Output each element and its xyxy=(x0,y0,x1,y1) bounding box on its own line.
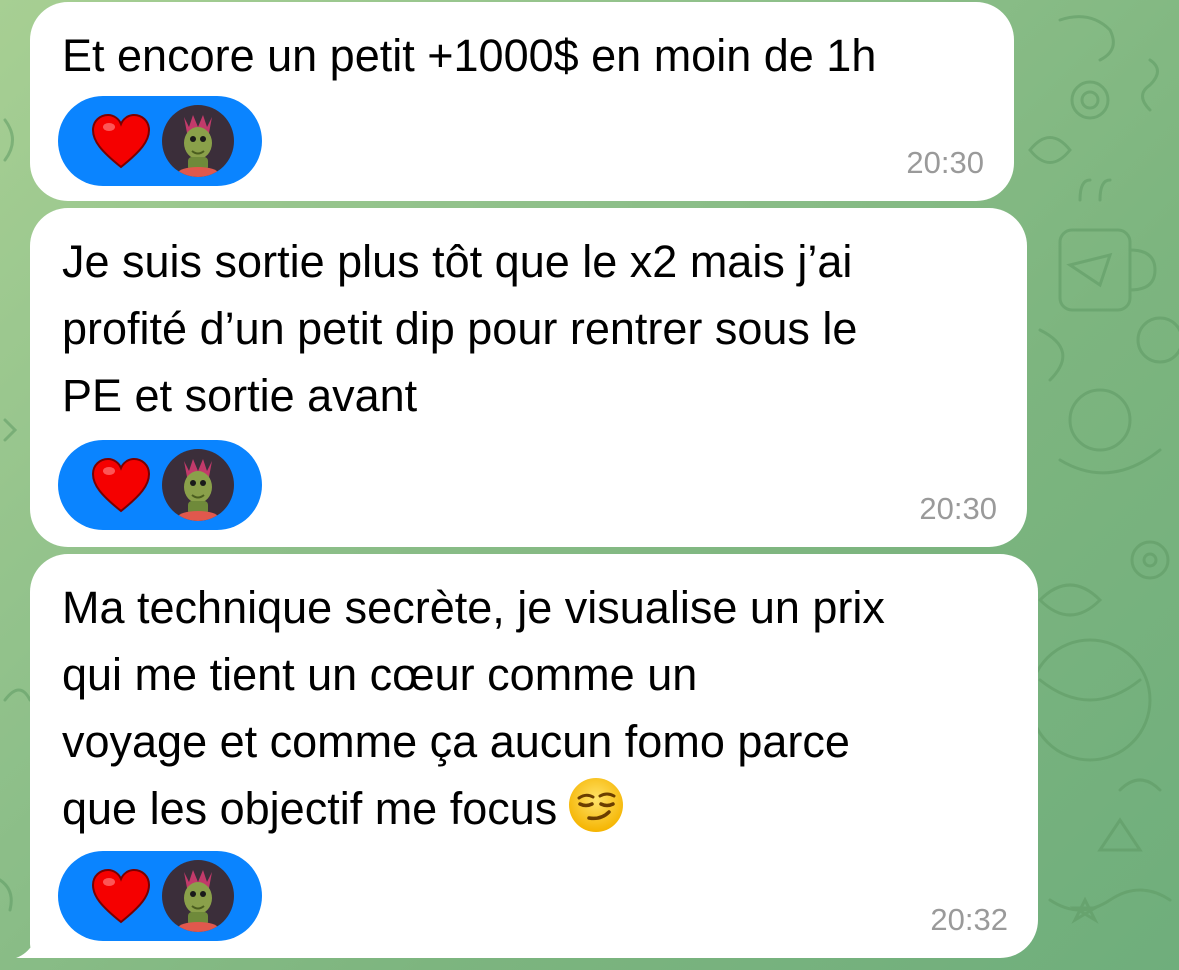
message-text: Je suis sortie plus tôt que le x2 mais j… xyxy=(62,236,858,421)
message-text: Ma technique secrète, je visualise un pr… xyxy=(62,582,885,834)
bubble-tail xyxy=(16,914,60,958)
avatar[interactable] xyxy=(162,860,234,932)
heart-icon xyxy=(91,457,151,513)
reaction-pill[interactable] xyxy=(58,96,262,186)
heart-icon xyxy=(91,113,151,169)
reaction-pill[interactable] xyxy=(58,851,262,941)
message-text: Et encore un petit +1000$ en moin de 1h xyxy=(62,30,877,81)
message-timestamp: 20:30 xyxy=(919,491,997,526)
avatar[interactable] xyxy=(162,105,234,177)
message-bubble[interactable]: Ma technique secrète, je visualise un pr… xyxy=(30,554,1038,958)
heart-icon xyxy=(91,868,151,924)
message-text-wrapper: Ma technique secrète, je visualise un pr… xyxy=(62,574,1006,842)
message-timestamp: 20:30 xyxy=(906,145,984,180)
avatar[interactable] xyxy=(162,449,234,521)
message-timestamp: 20:32 xyxy=(930,902,1008,937)
message-bubble[interactable]: Je suis sortie plus tôt que le x2 mais j… xyxy=(30,208,1027,547)
smirking-face-icon xyxy=(569,778,624,832)
message-bubble[interactable]: Et encore un petit +1000$ en moin de 1h … xyxy=(30,2,1014,201)
reaction-pill[interactable] xyxy=(58,440,262,530)
